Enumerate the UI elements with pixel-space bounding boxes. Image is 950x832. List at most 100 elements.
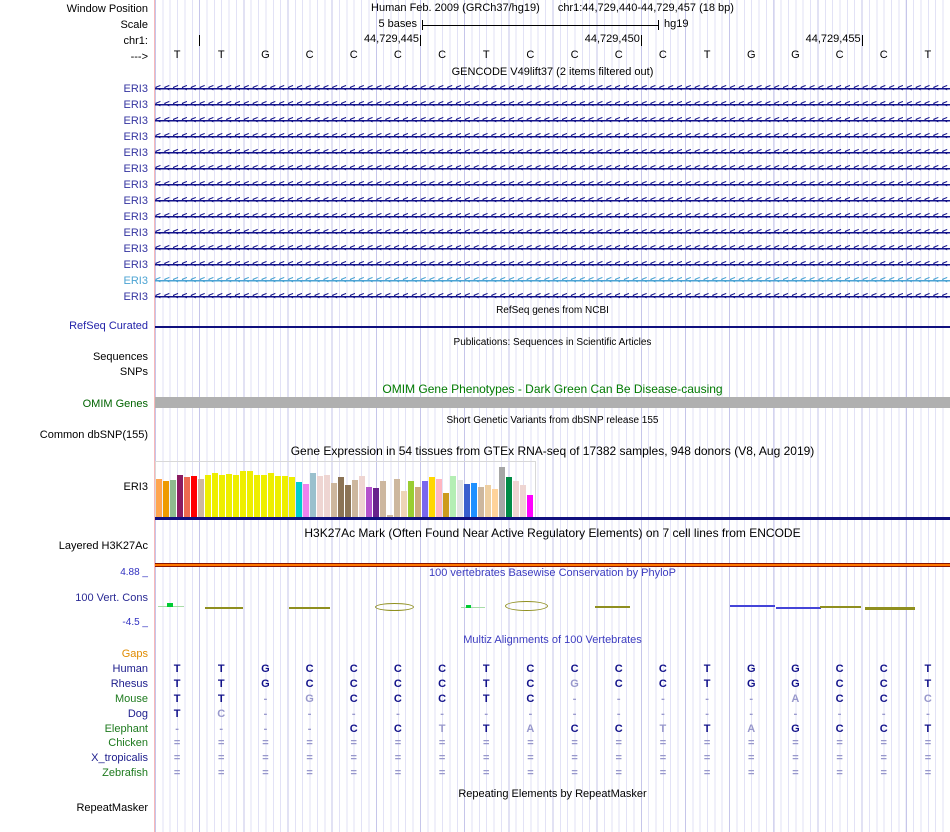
gencode-transcript-row[interactable]: <<<<<<<<<<<<<<<<<<<<<<<<<<<<<<<<<<<<<<<<…	[155, 193, 950, 209]
gencode-transcript-row[interactable]: <<<<<<<<<<<<<<<<<<<<<<<<<<<<<<<<<<<<<<<<…	[155, 273, 950, 289]
gtex-bar[interactable]	[513, 481, 519, 517]
phylop-wiggle-segment[interactable]	[167, 603, 173, 607]
gencode-transcript-row[interactable]: <<<<<<<<<<<<<<<<<<<<<<<<<<<<<<<<<<<<<<<<…	[155, 289, 950, 305]
gtex-bar[interactable]	[527, 495, 533, 517]
alignment-base: =	[306, 737, 313, 749]
gtex-bar[interactable]	[436, 479, 442, 517]
strand-arrows-left: <<<<<<<<<<<<<<<<<<<<<<<<<<<<<<<<<<<<<<<<…	[155, 227, 950, 238]
gtex-bar[interactable]	[394, 479, 400, 517]
gtex-bar[interactable]	[240, 471, 246, 517]
gtex-bar[interactable]	[261, 475, 267, 517]
phylop-wiggle-segment[interactable]	[466, 605, 471, 608]
gtex-bar[interactable]	[275, 476, 281, 517]
phylop-wiggle-segment[interactable]	[375, 603, 414, 611]
gencode-transcript-row[interactable]: <<<<<<<<<<<<<<<<<<<<<<<<<<<<<<<<<<<<<<<<…	[155, 161, 950, 177]
gtex-bar[interactable]	[331, 483, 337, 517]
gtex-bar[interactable]	[352, 480, 358, 517]
omim-gene-bar[interactable]	[155, 397, 950, 408]
gtex-bar[interactable]	[443, 493, 449, 517]
gtex-bar[interactable]	[219, 475, 225, 517]
gtex-bar[interactable]	[170, 480, 176, 517]
gtex-bar[interactable]	[429, 477, 435, 517]
phylop-wiggle-segment[interactable]	[730, 605, 775, 607]
multiz-alignment-row[interactable]	[155, 648, 950, 662]
gtex-bar[interactable]	[303, 484, 309, 517]
gtex-bar[interactable]	[499, 467, 505, 517]
gtex-bar[interactable]	[268, 473, 274, 517]
gencode-transcript-row[interactable]: <<<<<<<<<<<<<<<<<<<<<<<<<<<<<<<<<<<<<<<<…	[155, 129, 950, 145]
alignment-base: -	[219, 723, 224, 735]
gencode-transcript-row[interactable]: <<<<<<<<<<<<<<<<<<<<<<<<<<<<<<<<<<<<<<<<…	[155, 97, 950, 113]
multiz-alignment-row[interactable]: = = = = = = = = = = = = = = = = = =	[155, 752, 950, 766]
gtex-bar[interactable]	[485, 485, 491, 517]
multiz-alignment-row[interactable]: TT-GCCCTC-----ACCC	[155, 693, 950, 707]
multiz-alignment-row[interactable]: TC----------------	[155, 708, 950, 722]
gtex-bar[interactable]	[471, 483, 477, 517]
phylop-wiggle-segment[interactable]	[865, 607, 915, 610]
gencode-transcript-row[interactable]: <<<<<<<<<<<<<<<<<<<<<<<<<<<<<<<<<<<<<<<<…	[155, 241, 950, 257]
gtex-bar[interactable]	[422, 481, 428, 517]
gtex-bar[interactable]	[212, 473, 218, 517]
gtex-bar[interactable]	[282, 476, 288, 517]
gtex-bar[interactable]	[254, 475, 260, 517]
gtex-bar[interactable]	[450, 476, 456, 517]
phylop-wiggle-segment[interactable]	[820, 606, 861, 608]
gtex-bar[interactable]	[163, 481, 169, 517]
gtex-bar[interactable]	[366, 487, 372, 517]
common-dbsnp-label: Common dbSNP(155)	[39, 429, 148, 441]
phylop-wiggle-segment[interactable]	[505, 601, 548, 611]
gtex-bar[interactable]	[373, 488, 379, 517]
gtex-bar[interactable]	[506, 477, 512, 517]
gtex-bar[interactable]	[338, 477, 344, 517]
gtex-bar[interactable]	[247, 471, 253, 517]
alignment-base: T	[924, 663, 932, 675]
phylop-wiggle-segment[interactable]	[776, 607, 821, 609]
gtex-bar[interactable]	[296, 482, 302, 517]
gtex-bar[interactable]	[177, 475, 183, 517]
gtex-bar[interactable]	[345, 485, 351, 517]
gtex-bar[interactable]	[380, 481, 386, 517]
gtex-bar[interactable]	[156, 479, 162, 517]
gencode-transcript-row[interactable]: <<<<<<<<<<<<<<<<<<<<<<<<<<<<<<<<<<<<<<<<…	[155, 225, 950, 241]
gencode-transcript-label: ERI3	[123, 147, 148, 159]
gtex-bar[interactable]	[226, 474, 232, 517]
multiz-alignment-row[interactable]: = = = = = = = = = = = = = = = = = =	[155, 737, 950, 751]
gencode-transcript-row[interactable]: <<<<<<<<<<<<<<<<<<<<<<<<<<<<<<<<<<<<<<<<…	[155, 177, 950, 193]
alignment-base: =	[218, 737, 225, 749]
gtex-bar[interactable]	[457, 480, 463, 517]
gencode-transcript-row[interactable]: <<<<<<<<<<<<<<<<<<<<<<<<<<<<<<<<<<<<<<<<…	[155, 81, 950, 97]
alignment-base: T	[482, 678, 490, 690]
gtex-bar[interactable]	[464, 484, 470, 517]
gtex-bar[interactable]	[289, 477, 295, 517]
gtex-bar[interactable]	[184, 477, 190, 517]
multiz-alignment-row[interactable]: = = = = = = = = = = = = = = = = = =	[155, 767, 950, 781]
multiz-alignment-row[interactable]: TTGCCCCTCGCCTGGCCT	[155, 678, 950, 692]
gencode-transcript-row[interactable]: <<<<<<<<<<<<<<<<<<<<<<<<<<<<<<<<<<<<<<<<…	[155, 113, 950, 129]
multiz-alignment-row[interactable]: ----CCTTACCTTAGCCT	[155, 723, 950, 737]
alignment-base: C	[879, 678, 888, 690]
gencode-transcript-row[interactable]: <<<<<<<<<<<<<<<<<<<<<<<<<<<<<<<<<<<<<<<<…	[155, 145, 950, 161]
gtex-bar[interactable]	[205, 475, 211, 517]
gtex-bar[interactable]	[191, 476, 197, 517]
gtex-bar[interactable]	[492, 489, 498, 517]
gtex-bar[interactable]	[415, 487, 421, 517]
phylop-wiggle-segment[interactable]	[595, 606, 630, 608]
gtex-bar[interactable]	[324, 475, 330, 517]
gencode-transcript-row[interactable]: <<<<<<<<<<<<<<<<<<<<<<<<<<<<<<<<<<<<<<<<…	[155, 209, 950, 225]
gtex-bar[interactable]	[401, 491, 407, 517]
multiz-alignment-row[interactable]: TTGCCCCTCCCCTGGCCT	[155, 663, 950, 677]
gtex-bar[interactable]	[198, 479, 204, 517]
refseq-gene-line[interactable]	[155, 326, 950, 328]
gtex-bar[interactable]	[359, 476, 365, 517]
gtex-bar[interactable]	[478, 487, 484, 517]
gtex-bar[interactable]	[233, 475, 239, 517]
phylop-wiggle-segment[interactable]	[289, 607, 330, 609]
gtex-bar[interactable]	[408, 481, 414, 517]
alignment-base: =	[394, 737, 402, 749]
gtex-bar[interactable]	[310, 473, 316, 517]
gtex-bar[interactable]	[520, 485, 526, 517]
phylop-wiggle-segment[interactable]	[461, 607, 485, 608]
phylop-wiggle-segment[interactable]	[205, 607, 243, 609]
gtex-bar[interactable]	[317, 476, 323, 517]
gencode-transcript-row[interactable]: <<<<<<<<<<<<<<<<<<<<<<<<<<<<<<<<<<<<<<<<…	[155, 257, 950, 273]
